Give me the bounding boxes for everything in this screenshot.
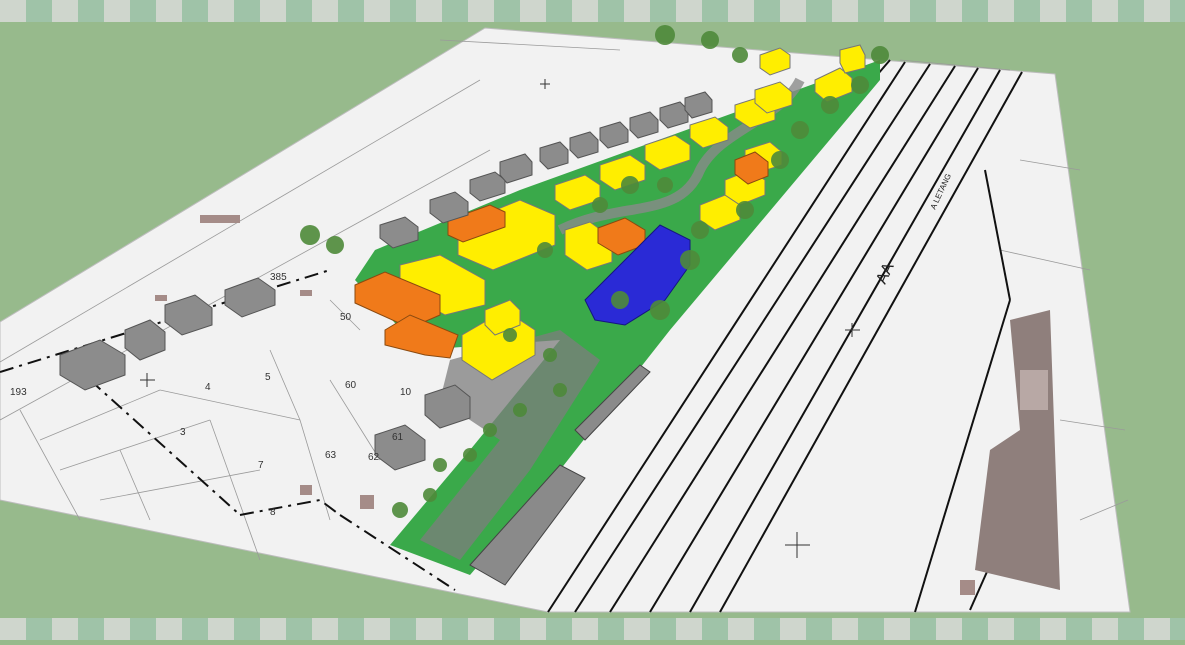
label-parcel-50: 50 xyxy=(340,312,352,323)
label-parcel-8: 8 xyxy=(270,507,276,518)
bottom-frame-strip xyxy=(0,618,1185,640)
label-parcel-10: 10 xyxy=(400,387,412,398)
label-parcel-7: 7 xyxy=(258,460,264,471)
site-model-canvas: 193 4 3 5 60 10 61 62 63 7 8 50 385 AA A… xyxy=(0,25,1131,613)
label-parcel-60: 60 xyxy=(345,380,357,391)
label-parcel-61: 61 xyxy=(392,432,404,443)
label-parcel-4: 4 xyxy=(205,382,211,393)
label-parcel-62: 62 xyxy=(368,452,380,463)
small-block-right xyxy=(1020,370,1048,410)
urban-plan-3d-view: 193 4 3 5 60 10 61 62 63 7 8 50 385 AA A… xyxy=(0,0,1185,640)
label-parcel-193: 193 xyxy=(10,387,27,398)
label-parcel-385: 385 xyxy=(270,272,287,283)
label-parcel-5: 5 xyxy=(265,372,271,383)
label-parcel-3: 3 xyxy=(180,427,186,438)
label-parcel-63: 63 xyxy=(325,450,337,461)
top-frame-strip xyxy=(0,0,1185,22)
